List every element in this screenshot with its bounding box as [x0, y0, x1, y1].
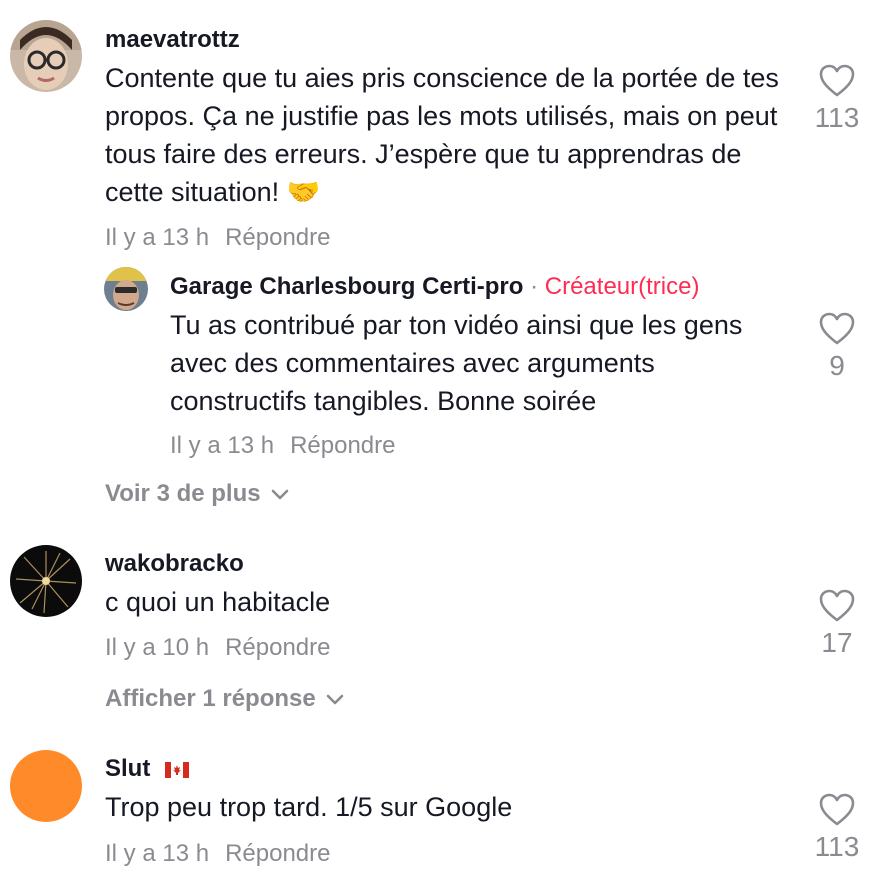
canada-flag-icon: [165, 761, 189, 778]
reply-username[interactable]: Garage Charlesbourg Certi-pro · Créateur…: [170, 273, 699, 301]
comment-timestamp: Il y a 13 h: [105, 224, 210, 251]
comment-text: Trop peu trop tard. 1/5 sur Google: [105, 792, 513, 822]
reply-timestamp: Il y a 13 h: [170, 432, 275, 459]
avatar[interactable]: [10, 20, 82, 92]
comment-username[interactable]: maevatrottz: [105, 26, 240, 54]
comment-text: c quoi un habitacle: [105, 587, 331, 617]
reply-username-label[interactable]: Garage Charlesbourg Certi-pro: [170, 273, 523, 300]
chevron-down-icon: [326, 694, 344, 704]
reply-text: Tu as contribué par ton vidéo ainsi que …: [170, 310, 743, 416]
show-replies[interactable]: Afficher 1 réponse: [105, 685, 344, 713]
separator: ·: [530, 273, 539, 300]
like-button[interactable]: 17: [807, 589, 867, 659]
view-more-replies[interactable]: Voir 3 de plus: [105, 480, 289, 508]
avatar[interactable]: [10, 750, 82, 822]
show-replies-label[interactable]: Afficher 1 réponse: [105, 685, 316, 712]
comment-username-label[interactable]: Slut: [105, 755, 150, 782]
like-count: 113: [814, 831, 860, 862]
chevron-down-icon: [271, 489, 288, 499]
reply-button[interactable]: Répondre: [225, 634, 330, 661]
reply-button[interactable]: Répondre: [290, 432, 395, 459]
reply-button[interactable]: Répondre: [225, 224, 330, 251]
comment-username[interactable]: wakobracko: [105, 550, 244, 578]
like-count: 113: [814, 102, 860, 133]
like-count: 17: [821, 627, 853, 658]
like-button[interactable]: 9: [807, 312, 867, 382]
like-count: 9: [829, 350, 845, 381]
comment-meta: Il y a 13 h Répondre: [105, 224, 330, 252]
creator-badge: Créateur(trice): [544, 273, 700, 300]
comment-timestamp: Il y a 13 h: [105, 840, 210, 867]
creator-avatar[interactable]: [104, 267, 148, 311]
comment-username[interactable]: Slut: [105, 755, 189, 783]
reply-meta: Il y a 13 h Répondre: [170, 432, 395, 460]
comment-text: Contente que tu aies pris conscience de …: [105, 63, 779, 207]
avatar[interactable]: [10, 545, 82, 617]
like-button[interactable]: 113: [807, 793, 867, 863]
heart-icon: [819, 64, 855, 97]
reply-button[interactable]: Répondre: [225, 840, 330, 867]
heart-icon: [819, 793, 855, 826]
heart-icon: [819, 312, 855, 345]
view-more-label[interactable]: Voir 3 de plus: [105, 480, 261, 507]
comment-timestamp: Il y a 10 h: [105, 634, 210, 661]
comment-meta: Il y a 10 h Répondre: [105, 634, 330, 662]
heart-icon: [819, 589, 855, 622]
comment-meta: Il y a 13 h Répondre: [105, 840, 330, 868]
like-button[interactable]: 113: [807, 64, 867, 134]
